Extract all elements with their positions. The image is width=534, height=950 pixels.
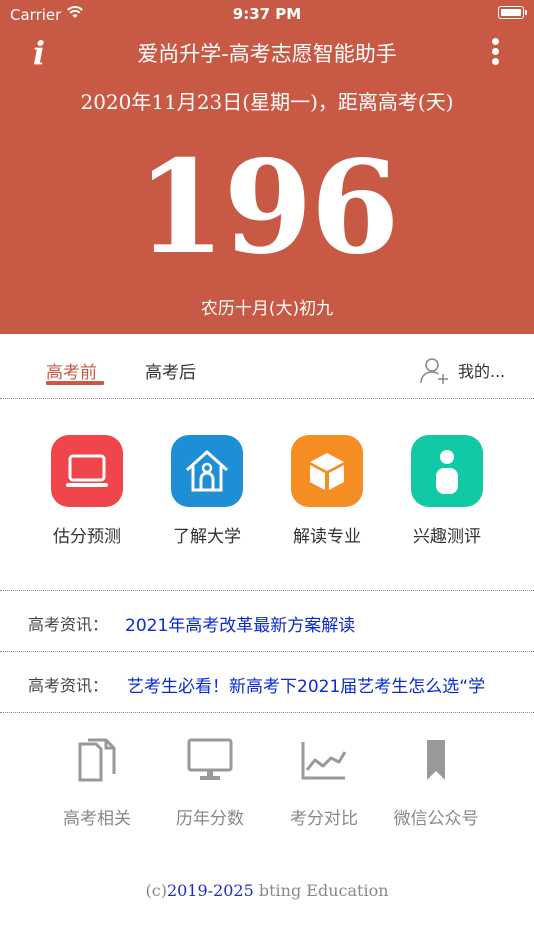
feature-label: 估分预测	[53, 527, 121, 547]
divider	[0, 398, 534, 399]
feature-label: 了解大学	[173, 527, 241, 547]
divider	[0, 651, 534, 652]
active-tab-indicator	[46, 381, 104, 385]
feature-interest-test[interactable]: 兴趣测评	[392, 435, 502, 547]
date-line: 2020年11月23日(星期一)，距离高考(天)	[80, 90, 454, 114]
tool-label: 历年分数	[176, 809, 244, 829]
status-bar: Carrier 9:37 PM	[0, 0, 534, 28]
monitor-icon	[187, 738, 233, 782]
tool-score-compare[interactable]: 考分对比	[269, 738, 379, 829]
school-icon	[171, 435, 243, 507]
news-link[interactable]: 2021年高考改革最新方案解读	[125, 611, 355, 636]
copyright-company: bting Education	[253, 881, 389, 900]
tool-historical-scores[interactable]: 历年分数	[155, 738, 265, 829]
news-label: 高考资讯：	[28, 676, 109, 695]
tab-after-exam[interactable]: 高考后	[145, 358, 196, 383]
app-title: 爱尚升学-高考志愿智能助手	[137, 42, 397, 66]
divider	[0, 590, 534, 591]
feature-label: 解读专业	[293, 527, 361, 547]
tool-label: 微信公众号	[393, 809, 479, 829]
tool-exam-related[interactable]: 高考相关	[42, 738, 152, 829]
line-chart-icon	[301, 738, 347, 782]
feature-interpret-major[interactable]: 解读专业	[272, 435, 382, 547]
more-options-icon[interactable]	[484, 38, 506, 68]
my-account-link[interactable]: 我的...	[458, 358, 505, 382]
copyright-years: 2019-2025	[166, 881, 254, 900]
feature-know-university[interactable]: 了解大学	[152, 435, 262, 547]
battery-icon	[498, 6, 527, 19]
copyright-prefix: (c)	[145, 881, 167, 900]
news-item[interactable]: 高考资讯： 艺考生必看！新高考下2021届艺考生怎么选“学	[0, 672, 534, 702]
header: Carrier 9:37 PM i 爱尚升学-高考志愿智能助手 2020年11月…	[0, 0, 534, 334]
feature-score-prediction[interactable]: 估分预测	[32, 435, 142, 547]
tab-bar: 高考前 高考后	[0, 334, 534, 398]
user-add-icon[interactable]	[419, 357, 449, 385]
feature-label: 兴趣测评	[413, 527, 481, 547]
news-item[interactable]: 高考资讯： 2021年高考改革最新方案解读	[0, 611, 534, 641]
copyright-footer: (c)2019-2025 bting Education	[0, 881, 534, 900]
tab-before-exam[interactable]: 高考前	[46, 358, 97, 383]
documents-icon	[74, 738, 120, 782]
tool-label: 高考相关	[63, 809, 131, 829]
tool-label: 考分对比	[290, 809, 358, 829]
status-time: 9:37 PM	[232, 5, 302, 23]
news-link[interactable]: 艺考生必看！新高考下2021届艺考生怎么选“学	[127, 672, 485, 697]
bookmark-icon	[413, 738, 459, 782]
news-label: 高考资讯：	[28, 615, 109, 634]
countdown-days: 196	[136, 133, 399, 283]
lunar-date: 农历十月(大)初九	[200, 299, 334, 319]
person-icon	[411, 435, 483, 507]
divider	[0, 712, 534, 713]
tool-wechat-account[interactable]: 微信公众号	[381, 738, 491, 829]
laptop-icon	[51, 435, 123, 507]
cube-icon	[291, 435, 363, 507]
